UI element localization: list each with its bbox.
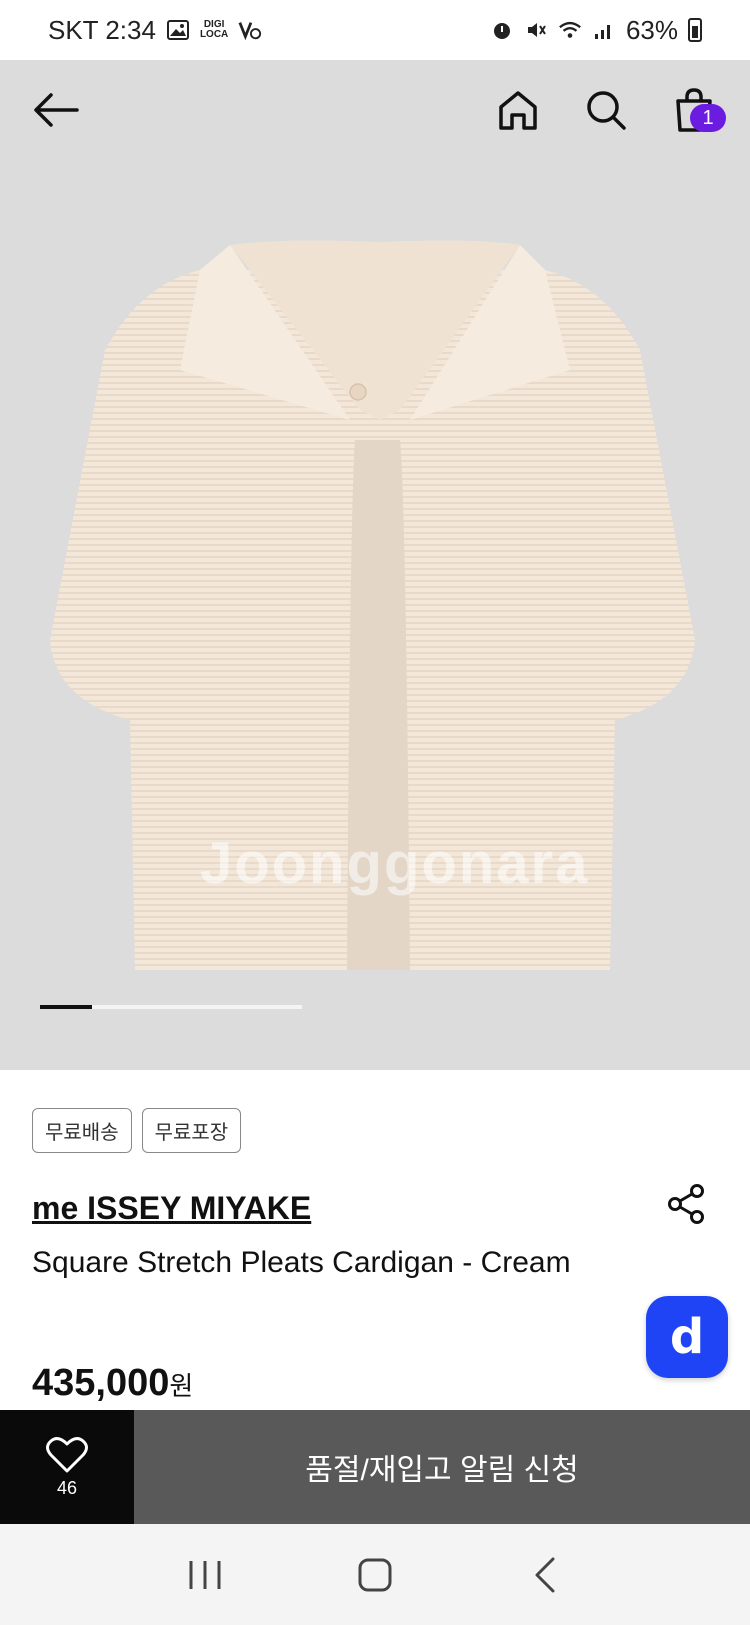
carrier-time: SKT 2:34 (48, 14, 156, 45)
digi-bottom: LOCA (199, 29, 229, 40)
restock-notify-button[interactable]: 품절/재입고 알림 신청 (134, 1410, 750, 1524)
top-nav: 1 (0, 60, 750, 160)
recent-apps-icon (189, 1560, 221, 1589)
product-title: Square Stretch Pleats Cardigan - Cream (32, 1246, 571, 1279)
back-button[interactable] (32, 86, 80, 134)
product-gallery[interactable]: Joonggonara (0, 60, 750, 1070)
like-count: 46 (56, 1477, 78, 1498)
battery-percent: 63% (625, 14, 678, 45)
gallery-icon (166, 18, 190, 42)
arrow-left-icon (34, 93, 79, 127)
status-bar: SKT 2:34 DIGI LOCA 63% (0, 0, 750, 60)
shipping-tags: 무료배송 무료포장 (32, 1108, 242, 1153)
gallery-pager (40, 1005, 302, 1009)
battery-icon (688, 18, 702, 42)
digi-loca-icon: DIGI LOCA (200, 20, 228, 40)
cart-count-badge: 1 (690, 104, 726, 132)
back-system-button[interactable] (515, 1545, 575, 1605)
search-button[interactable] (582, 86, 630, 134)
price-value: 435,000 (32, 1362, 170, 1404)
share-button[interactable] (664, 1182, 708, 1226)
status-left: SKT 2:34 DIGI LOCA (48, 15, 262, 46)
heart-icon (46, 1436, 88, 1472)
tag-free-shipping: 무료배송 (32, 1108, 132, 1153)
product-info: 무료배송 무료포장 me ISSEY MIYAKE Square Stretch… (0, 1070, 750, 1410)
status-right: 63% (490, 15, 702, 46)
floating-app-button[interactable]: d (646, 1296, 728, 1378)
price-unit: 원 (169, 1371, 194, 1401)
alarm-icon (490, 18, 514, 42)
home-square-icon (358, 1558, 392, 1591)
chevron-left-icon (535, 1557, 555, 1592)
recent-apps-button[interactable] (175, 1545, 235, 1605)
gallery-pager-active (40, 1005, 92, 1009)
tag-free-wrapping: 무료포장 (141, 1108, 242, 1153)
cart-button[interactable]: 1 (670, 86, 726, 134)
product-price: 435,000원 (32, 1362, 193, 1405)
nav-actions: 1 (494, 86, 726, 134)
action-bar: 46 품절/재입고 알림 신청 (0, 1410, 750, 1524)
share-icon (668, 1184, 704, 1224)
mute-icon (524, 18, 548, 42)
volte-icon (238, 18, 262, 42)
search-icon (587, 91, 626, 130)
system-nav-bar (0, 1524, 750, 1625)
watermark: Joonggonara (200, 831, 590, 896)
signal-icon (592, 18, 616, 42)
brand-link[interactable]: me ISSEY MIYAKE (32, 1190, 311, 1227)
home-icon (499, 91, 537, 130)
like-button[interactable]: 46 (0, 1410, 134, 1524)
floating-app-label: d (669, 1309, 705, 1365)
wifi-icon (558, 18, 582, 42)
home-button[interactable] (494, 86, 542, 134)
home-system-button[interactable] (345, 1545, 405, 1605)
